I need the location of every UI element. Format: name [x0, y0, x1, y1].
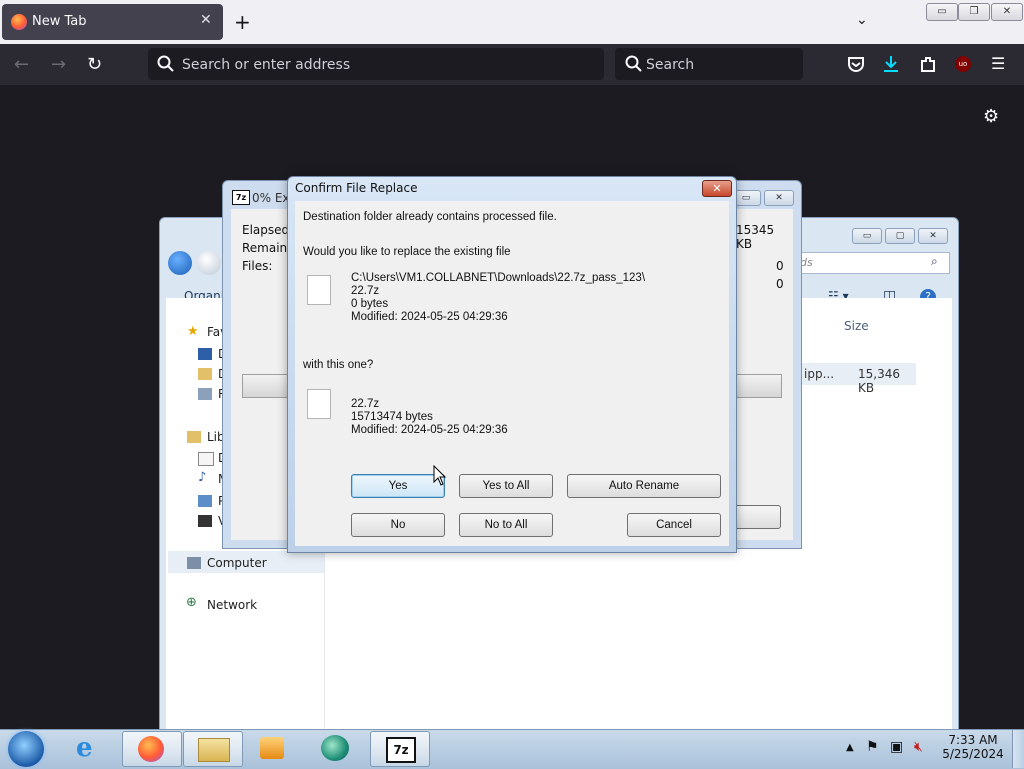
back-icon[interactable]: [168, 251, 192, 275]
new-file-name: 22.7z: [351, 398, 380, 410]
taskbar-app[interactable]: [306, 731, 364, 765]
internet-explorer-icon: e: [76, 733, 93, 763]
existing-file-icon: [307, 275, 331, 305]
gear-icon[interactable]: ⚙: [983, 106, 999, 127]
new-file-icon: [307, 389, 331, 419]
dialog-body: Destination folder already contains proc…: [295, 201, 729, 546]
explorer-maximize-button[interactable]: ▢: [885, 228, 915, 244]
back-arrow-icon[interactable]: ←: [14, 54, 29, 75]
downloads-folder-icon: [198, 368, 212, 380]
sevenzip-app-icon: 7z: [232, 190, 250, 205]
taskbar-explorer[interactable]: [183, 731, 243, 767]
sidebar-item-computer[interactable]: Computer: [207, 556, 267, 570]
pictures-icon: [198, 495, 212, 507]
existing-file-size: 0 bytes: [351, 298, 389, 310]
search-bar[interactable]: Search: [615, 48, 803, 80]
yes-button[interactable]: Yes: [351, 474, 445, 498]
dialog-title: Confirm File Replace: [295, 181, 418, 195]
mouse-cursor-icon: [433, 465, 447, 486]
no-to-all-button[interactable]: No to All: [459, 513, 553, 537]
address-bar[interactable]: Search or enter address: [148, 48, 604, 80]
libraries-icon: [187, 431, 201, 443]
search-placeholder: Search: [646, 57, 695, 73]
value-one: 0: [776, 259, 784, 273]
show-desktop-button[interactable]: [1012, 730, 1024, 768]
tab-close-icon[interactable]: ✕: [200, 12, 212, 28]
network-icon: ⊕: [186, 595, 197, 610]
volume-muted-icon[interactable]: 🔇︎: [914, 739, 923, 755]
reload-icon[interactable]: ↻: [87, 54, 102, 75]
show-hidden-icons-chevron-icon[interactable]: ▲: [846, 742, 854, 753]
recent-places-icon: [198, 388, 212, 400]
existing-file-modified: Modified: 2024-05-25 04:29:36: [351, 311, 508, 323]
ublock-icon[interactable]: uo: [955, 56, 971, 72]
firefox-icon: [11, 14, 27, 30]
existing-file-path: C:\Users\VM1.COLLABNET\Downloads\22.7z_p…: [351, 272, 646, 284]
tab-title: New Tab: [32, 14, 87, 29]
list-all-tabs-chevron-icon[interactable]: ⌄: [856, 12, 868, 28]
dialog-close-button[interactable]: ✕: [702, 180, 732, 197]
new-file-modified: Modified: 2024-05-25 04:29:36: [351, 424, 508, 436]
confirm-file-replace-dialog: Confirm File Replace ✕ Destination folde…: [287, 176, 737, 553]
explorer-close-button[interactable]: ✕: [918, 228, 948, 244]
tab-new-tab[interactable]: New Tab ✕: [2, 4, 223, 40]
minimize-button[interactable]: ▭: [926, 3, 958, 21]
network-tray-icon[interactable]: ▣: [890, 739, 903, 755]
taskbar-media-player[interactable]: [244, 731, 302, 765]
sevenzip-close-button[interactable]: ✕: [764, 190, 794, 206]
auto-rename-button[interactable]: Auto Rename: [567, 474, 721, 498]
address-placeholder: Search or enter address: [182, 57, 351, 73]
search-icon: [157, 55, 174, 72]
music-icon: ♪: [198, 470, 207, 485]
clock-date: 5/25/2024: [942, 747, 1004, 761]
media-player-icon: [260, 737, 284, 759]
taskbar-internet-explorer[interactable]: e: [62, 731, 120, 765]
desktop-icon: [198, 348, 212, 360]
clock-time: 7:33 AM: [948, 733, 998, 747]
action-center-flag-icon[interactable]: ⚑: [866, 739, 879, 755]
file-size: 15,346 KB: [858, 367, 900, 395]
forward-icon[interactable]: [197, 251, 221, 275]
message-line-2: Would you like to replace the existing f…: [303, 246, 511, 258]
file-row-selected[interactable]: ipp... 15,346 KB: [800, 363, 916, 395]
yes-to-all-button[interactable]: Yes to All: [459, 474, 553, 498]
system-clock[interactable]: 7:33 AM 5/25/2024: [940, 733, 1006, 761]
extensions-icon[interactable]: [919, 55, 937, 73]
existing-file-name: 22.7z: [351, 285, 380, 297]
restore-button[interactable]: ❐: [958, 3, 990, 21]
value-two: 0: [776, 277, 784, 291]
new-tab-button[interactable]: +: [234, 10, 251, 34]
computer-icon: [187, 557, 201, 569]
with-this-one-label: with this one?: [303, 359, 374, 371]
column-header-size[interactable]: Size: [844, 319, 869, 333]
documents-icon: [198, 452, 214, 466]
search-icon: [625, 55, 642, 72]
pocket-icon[interactable]: [847, 55, 865, 73]
close-window-button[interactable]: ✕: [991, 3, 1023, 21]
taskbar-7zip[interactable]: 7z: [370, 731, 430, 767]
forward-arrow-icon[interactable]: →: [51, 54, 66, 75]
firefox-icon: [138, 736, 164, 762]
explorer-search-input[interactable]: ds ⌕: [796, 252, 950, 274]
sidebar-item-network[interactable]: Network: [207, 598, 257, 612]
new-file-size: 15713474 bytes: [351, 411, 433, 423]
videos-icon: [198, 515, 212, 527]
downloads-icon[interactable]: [882, 55, 900, 73]
files-label: Files:: [242, 259, 273, 273]
explorer-minimize-button[interactable]: ▭: [852, 228, 882, 244]
cancel-button[interactable]: Cancel: [627, 513, 721, 537]
message-line-1: Destination folder already contains proc…: [303, 211, 557, 223]
menu-hamburger-icon[interactable]: ☰: [991, 54, 1005, 73]
favorites-star-icon: ★: [187, 324, 199, 339]
taskbar-firefox[interactable]: [122, 731, 182, 767]
no-button[interactable]: No: [351, 513, 445, 537]
folder-icon: [198, 738, 230, 762]
app-icon: [321, 735, 349, 761]
total-size-value: 15345 KB: [736, 223, 775, 251]
file-name: ipp...: [804, 367, 835, 381]
sevenzip-icon: 7z: [386, 737, 416, 763]
start-button[interactable]: [8, 731, 44, 767]
search-icon: ⌕: [931, 254, 938, 268]
